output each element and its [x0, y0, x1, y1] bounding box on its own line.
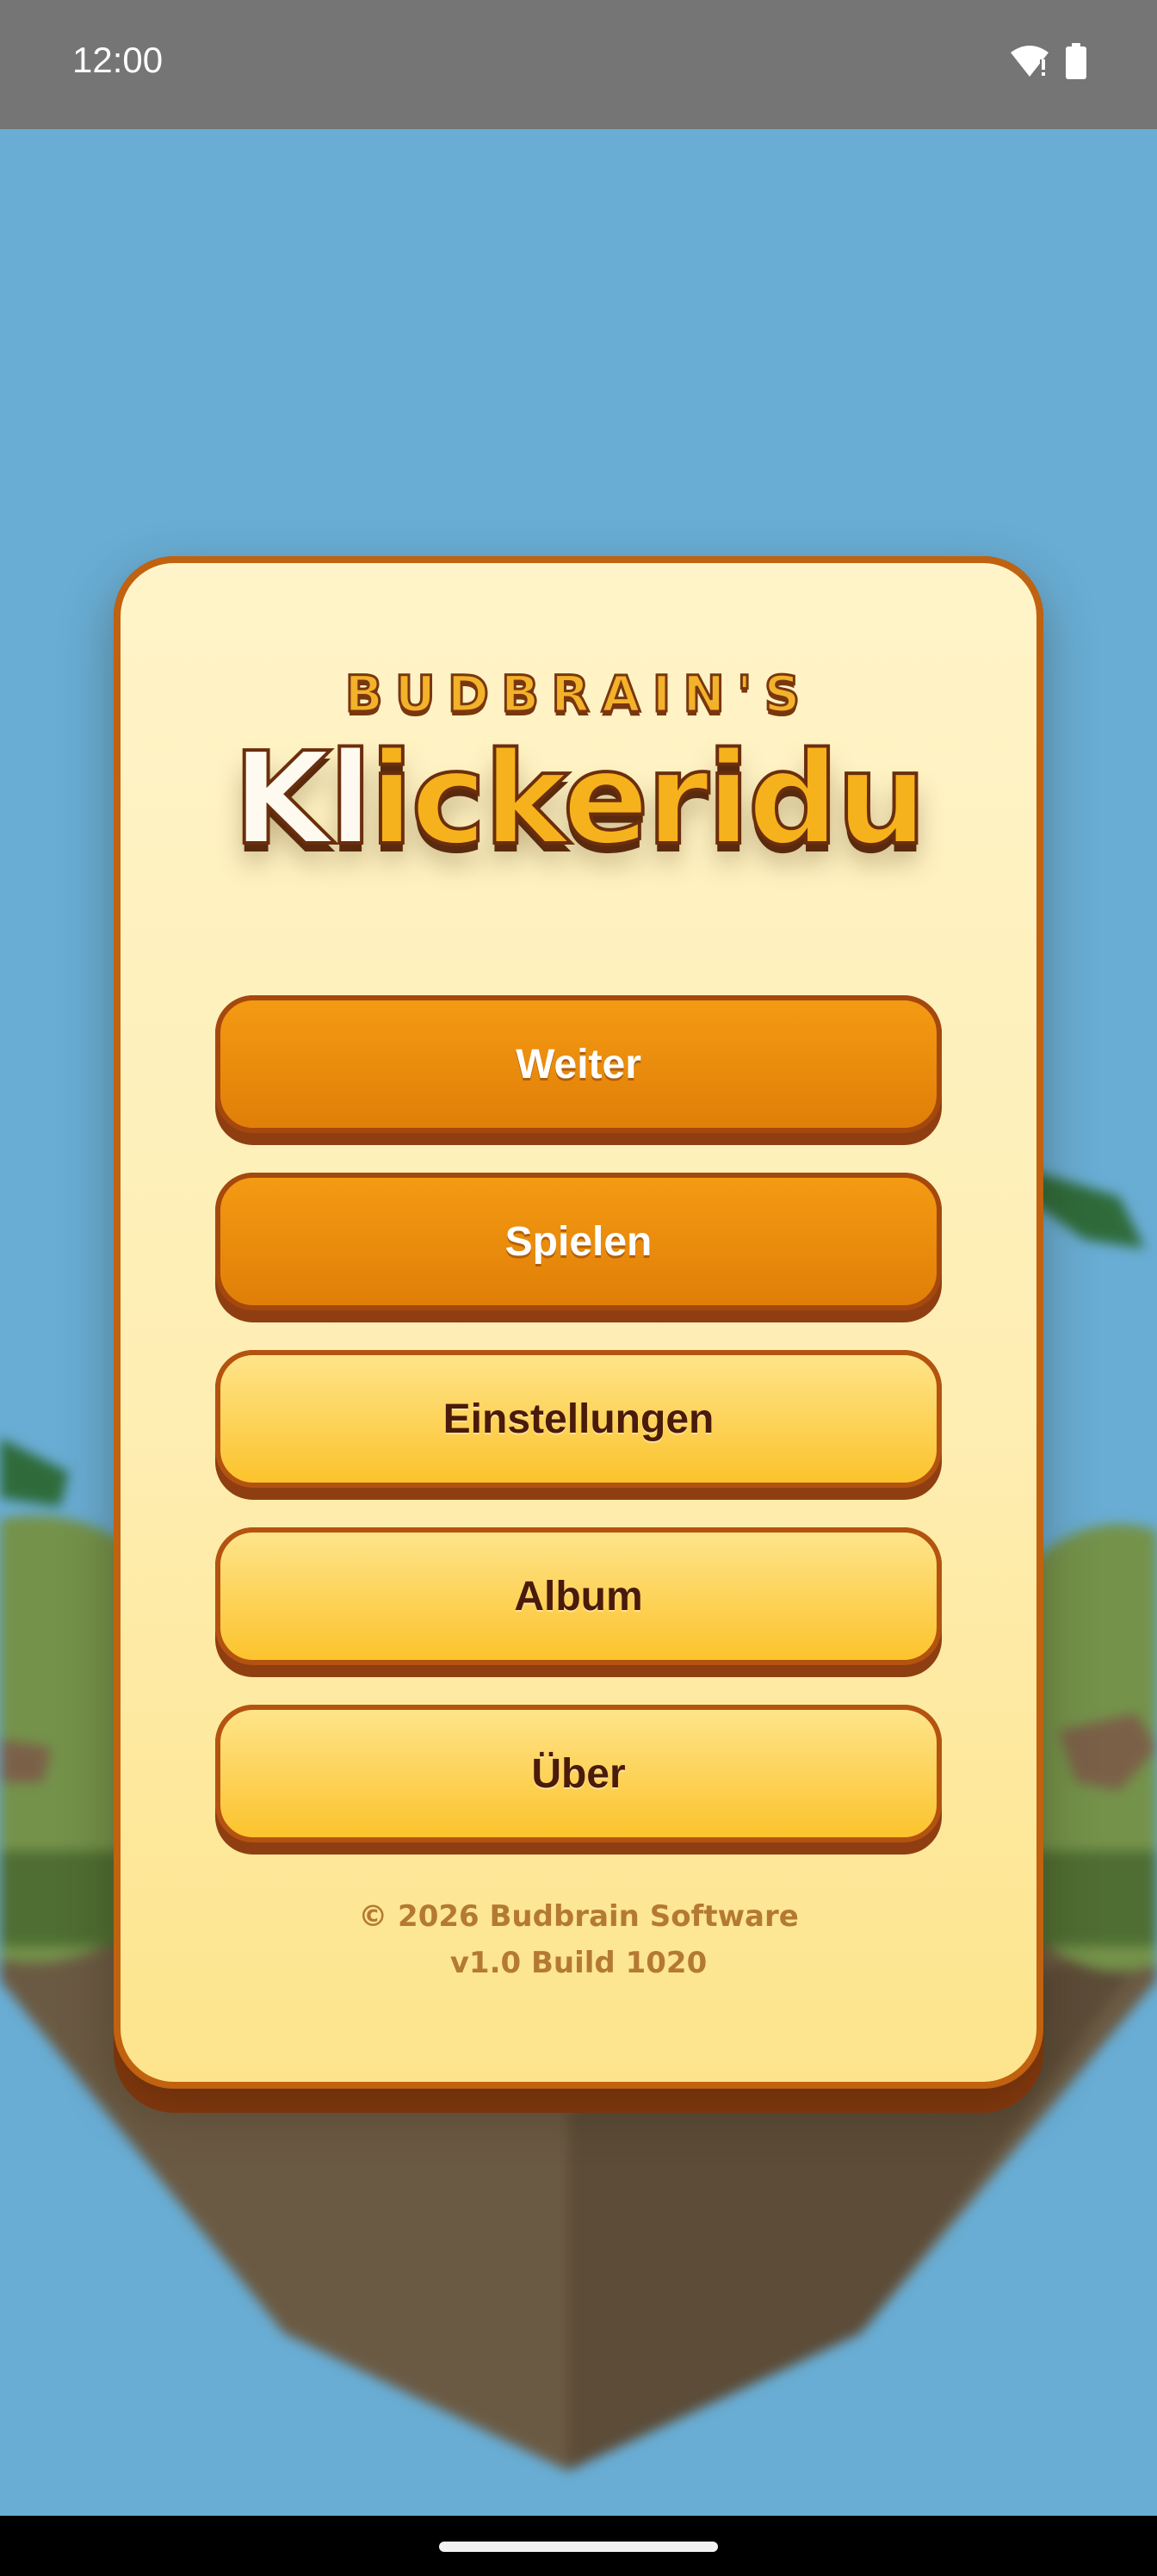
status-icons	[1009, 43, 1086, 83]
logo-text-part2: ickeridu	[368, 725, 929, 873]
wifi-alert-icon	[1009, 44, 1050, 82]
continue-button-label[interactable]: Weiter	[215, 995, 942, 1133]
main-menu-card: BUDBRAIN'S Klickeridu Weiter Spielen Ein…	[114, 556, 1043, 2089]
version-text: v1.0 Build 1020	[449, 1946, 708, 1980]
logo-text-part1: Kl	[231, 725, 374, 873]
play-button-label[interactable]: Spielen	[215, 1173, 942, 1310]
app-root: 12:00 BUDBRAIN'S Klickeridu Weiter Spiel…	[0, 0, 1157, 2576]
about-button-label[interactable]: Über	[215, 1705, 942, 1842]
status-bar: 12:00	[0, 0, 1157, 129]
battery-icon	[1066, 43, 1086, 83]
copyright-text: © 2026 Budbrain Software	[358, 1899, 799, 1934]
home-gesture-handle[interactable]	[439, 2542, 718, 2552]
about-button[interactable]: Über	[215, 1705, 942, 1855]
brand-title: BUDBRAIN'S	[343, 664, 813, 725]
settings-button[interactable]: Einstellungen	[215, 1350, 942, 1500]
album-button-label[interactable]: Album	[215, 1527, 942, 1665]
album-button[interactable]: Album	[215, 1527, 942, 1677]
settings-button-label[interactable]: Einstellungen	[215, 1350, 942, 1488]
game-logo: Klickeridu	[121, 734, 1036, 864]
continue-button[interactable]: Weiter	[215, 995, 942, 1145]
play-button[interactable]: Spielen	[215, 1173, 942, 1322]
status-time: 12:00	[72, 40, 164, 80]
navigation-bar	[0, 2516, 1157, 2576]
